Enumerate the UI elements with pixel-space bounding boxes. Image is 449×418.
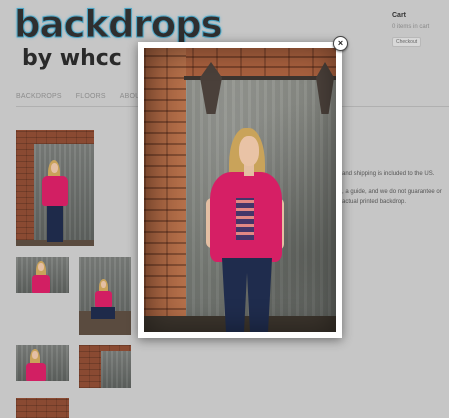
thumbnail-door <box>101 351 131 388</box>
product-thumbnail-6[interactable] <box>16 398 69 418</box>
description-line-2: , a guide, and we do not guarantee or <box>342 189 442 195</box>
description-line-1: and shipping is included to the US. <box>342 171 435 177</box>
lightbox-photo <box>144 48 336 332</box>
product-thumbnail-4[interactable] <box>16 345 69 381</box>
logo-sub-text: by whcc <box>22 46 122 71</box>
nav-item-floors[interactable]: FLOORS <box>76 93 106 100</box>
page: backdrops by whcc Cart 0 items in cart C… <box>0 0 449 418</box>
cart-count: 0 items in cart <box>392 24 430 30</box>
checkout-button[interactable]: Checkout <box>392 37 422 47</box>
description-line-3: actual printed backdrop. <box>342 199 407 205</box>
thumbnail-brick-wall <box>16 398 69 418</box>
close-icon[interactable]: × <box>333 36 348 51</box>
cart-title: Cart <box>392 12 407 19</box>
logo-main-text: backdrops <box>14 3 224 46</box>
product-thumbnail-5[interactable] <box>79 345 131 388</box>
product-thumbnail-2[interactable] <box>16 257 69 293</box>
lightbox-modal <box>138 42 342 338</box>
product-thumbnail-main[interactable] <box>16 130 94 246</box>
nav-item-backdrops[interactable]: BACKDROPS <box>16 93 62 100</box>
product-thumbnail-3[interactable] <box>79 257 131 335</box>
cart-panel: Cart 0 items in cart Checkout <box>392 12 447 48</box>
main-nav: BACKDROPS FLOORS ABOUT U <box>16 93 152 100</box>
photo-vignette <box>144 48 336 332</box>
